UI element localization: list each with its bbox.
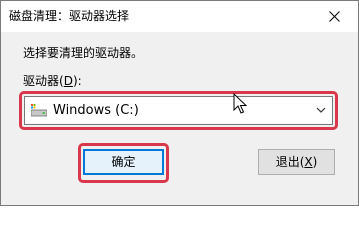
drive-select[interactable]: Windows (C:) <box>24 96 333 125</box>
exit-button-prefix: 退出( <box>275 155 305 169</box>
title-bar: 磁盘清理：驱动器选择 <box>1 1 358 32</box>
chevron-down-icon[interactable] <box>316 107 326 114</box>
instruction-text: 选择要清理的驱动器。 <box>23 46 144 60</box>
exit-button-accelerator: X <box>304 155 313 169</box>
close-icon <box>329 11 340 22</box>
ok-button[interactable]: 确定 <box>83 149 164 175</box>
drive-icon <box>31 104 47 117</box>
drive-label-accelerator: D <box>63 74 73 88</box>
drive-label-suffix: ): <box>72 74 82 88</box>
drive-label: 驱动器(D): <box>23 74 82 89</box>
selected-drive-value: Windows (C:) <box>53 103 139 118</box>
window-title: 磁盘清理：驱动器选择 <box>9 9 130 23</box>
exit-button[interactable]: 退出(X) <box>258 149 335 175</box>
exit-button-suffix: ) <box>312 155 318 169</box>
disk-cleanup-dialog: 磁盘清理：驱动器选择 选择要清理的驱动器。 驱动器(D): Windows (C… <box>0 0 359 206</box>
mouse-cursor-icon <box>233 93 247 114</box>
drive-label-prefix: 驱动器( <box>23 74 64 88</box>
close-button[interactable] <box>312 1 358 32</box>
